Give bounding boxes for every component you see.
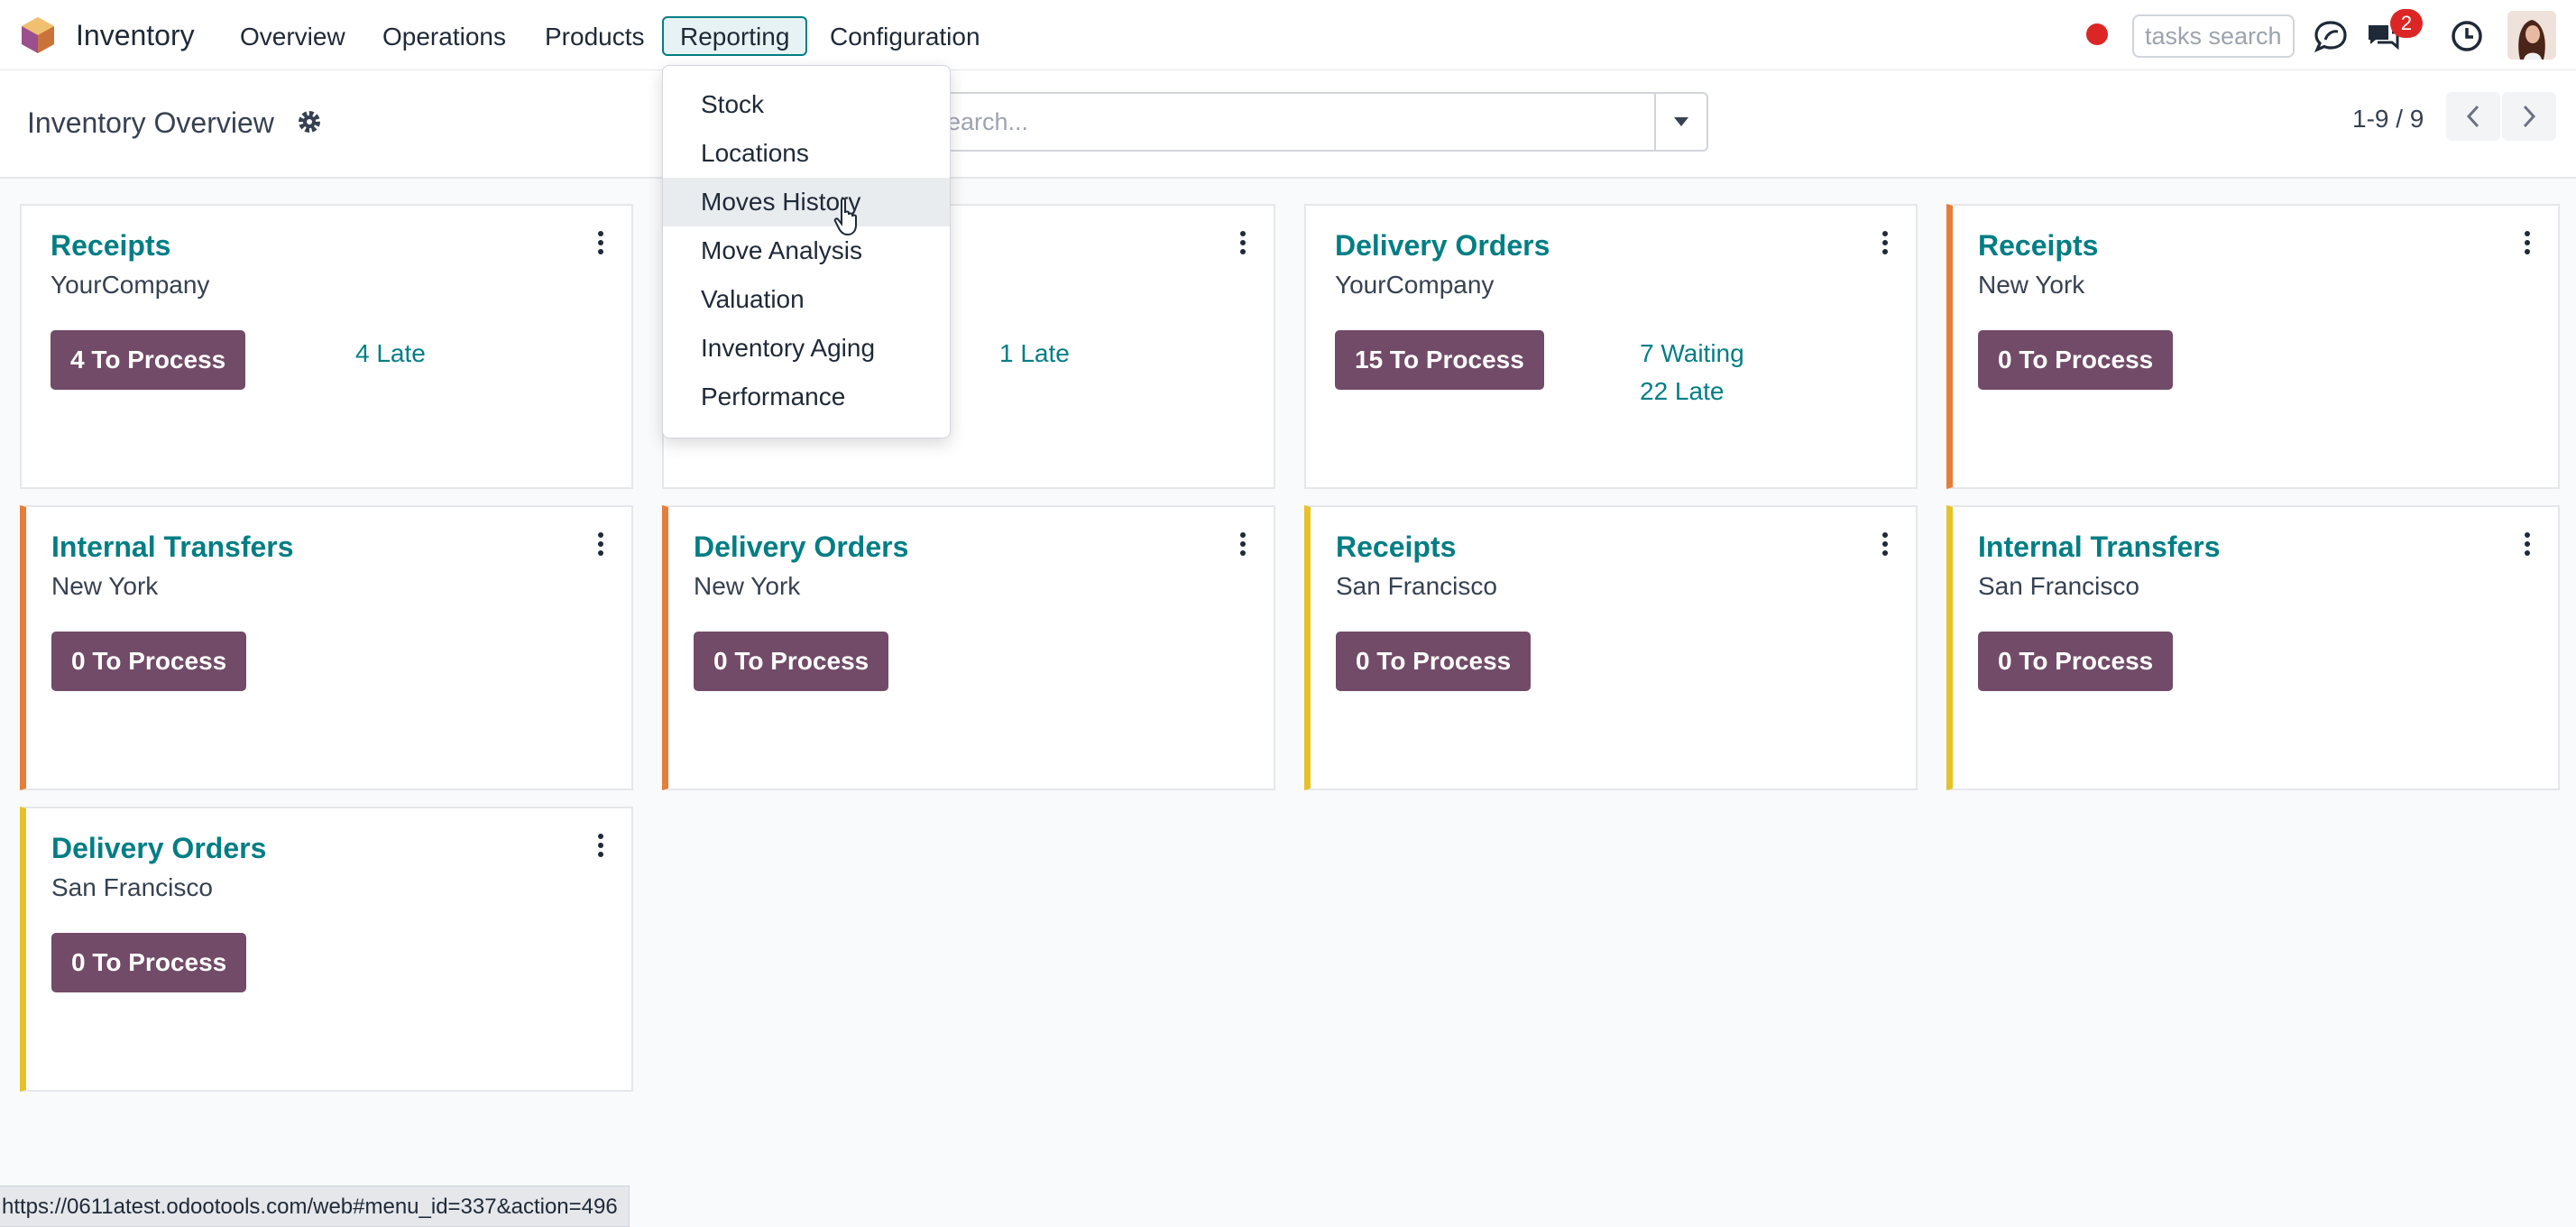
to-process-button[interactable]: 0 To Process <box>1978 632 2174 691</box>
kebab-menu-icon[interactable] <box>593 832 608 859</box>
card-receipts-sanfrancisco: Receipts San Francisco 0 To Process <box>1304 505 1918 790</box>
late-link[interactable]: 1 Late <box>999 336 1070 372</box>
search-options-toggle[interactable] <box>1654 92 1708 152</box>
menu-item-performance[interactable]: Performance <box>663 373 950 421</box>
to-process-button[interactable]: 0 To Process <box>694 632 889 691</box>
late-link[interactable]: 22 Late <box>1640 374 1724 410</box>
nav-products[interactable]: Products <box>527 16 663 56</box>
status-bar-url: https://0611atest.odootools.com/web#menu… <box>0 1185 630 1227</box>
card-title[interactable]: Delivery Orders <box>1335 226 1550 265</box>
card-delivery-yourcompany: Delivery Orders YourCompany 15 To Proces… <box>1304 204 1918 489</box>
hand-cursor-icon <box>833 198 857 236</box>
reporting-dropdown-menu: Stock Locations Moves History Move Analy… <box>662 65 951 438</box>
to-process-button[interactable]: 0 To Process <box>51 632 247 691</box>
card-title[interactable]: Delivery Orders <box>51 828 266 868</box>
user-avatar[interactable] <box>2507 11 2556 60</box>
nav-operations[interactable]: Operations <box>364 16 524 56</box>
card-subtitle: YourCompany <box>51 271 210 299</box>
app-name[interactable]: Inventory <box>76 16 195 54</box>
menu-item-valuation[interactable]: Valuation <box>663 275 950 324</box>
to-process-button[interactable]: 4 To Process <box>51 330 246 390</box>
card-subtitle: New York <box>51 572 159 600</box>
waiting-link[interactable]: 7 Waiting <box>1640 336 1744 372</box>
search-input[interactable] <box>902 92 1656 152</box>
menu-item-stock[interactable]: Stock <box>663 80 950 129</box>
to-process-button[interactable]: 15 To Process <box>1335 330 1544 390</box>
gear-icon[interactable] <box>296 108 323 135</box>
card-subtitle: San Francisco <box>1978 572 2139 600</box>
card-title[interactable]: Receipts <box>1336 527 1456 567</box>
pager-value[interactable]: 1-9 / 9 <box>2352 99 2424 139</box>
card-delivery-sanfrancisco: Delivery Orders San Francisco 0 To Proce… <box>20 807 633 1092</box>
card-title[interactable]: Internal Transfers <box>1978 527 2221 567</box>
kebab-menu-icon[interactable] <box>593 530 608 558</box>
menu-item-move-analysis[interactable]: Move Analysis <box>663 226 950 275</box>
nav-reporting[interactable]: Reporting <box>662 16 808 56</box>
card-subtitle: San Francisco <box>1336 572 1497 600</box>
nav-configuration[interactable]: Configuration <box>812 16 998 56</box>
page-title: Inventory Overview <box>27 106 274 139</box>
tasks-search-input[interactable] <box>2132 14 2295 58</box>
kebab-menu-icon[interactable] <box>2520 229 2535 256</box>
menu-item-locations[interactable]: Locations <box>663 129 950 178</box>
kebab-menu-icon[interactable] <box>1236 229 1250 256</box>
chat-bubble-icon[interactable] <box>2313 18 2349 54</box>
app-logo-icon[interactable] <box>20 16 56 54</box>
kebab-menu-icon[interactable] <box>593 229 608 256</box>
pager-previous-button[interactable] <box>2446 92 2500 141</box>
card-title[interactable]: Receipts <box>1978 226 2098 265</box>
chevron-right-icon <box>2523 105 2536 128</box>
card-receipts-yourcompany: Receipts YourCompany 4 To Process 4 Late <box>20 204 633 489</box>
nav-overview[interactable]: Overview <box>222 16 363 56</box>
chevron-left-icon <box>2466 105 2479 128</box>
to-process-button[interactable]: 0 To Process <box>1336 632 1532 691</box>
kebab-menu-icon[interactable] <box>1236 530 1250 558</box>
kebab-menu-icon[interactable] <box>2520 530 2535 558</box>
card-title[interactable]: Delivery Orders <box>694 527 908 567</box>
top-navbar: Inventory Overview Operations Products R… <box>0 0 2576 70</box>
avatar-image-icon <box>2507 11 2556 60</box>
late-link[interactable]: 4 Late <box>355 336 426 372</box>
kebab-menu-icon[interactable] <box>1878 229 1892 256</box>
card-title[interactable]: Receipts <box>51 226 170 265</box>
to-process-button[interactable]: 0 To Process <box>1978 330 2174 390</box>
control-panel: Inventory Overview 1-9 / 9 <box>0 70 2576 179</box>
clock-icon[interactable] <box>2449 18 2485 54</box>
card-internal-sanfrancisco: Internal Transfers San Francisco 0 To Pr… <box>1946 505 2560 790</box>
card-receipts-newyork: Receipts New York 0 To Process <box>1946 204 2560 489</box>
card-subtitle: New York <box>694 572 801 600</box>
record-dot-icon[interactable] <box>2086 23 2108 45</box>
menu-item-inventory-aging[interactable]: Inventory Aging <box>663 324 950 373</box>
card-internal-newyork: Internal Transfers New York 0 To Process <box>20 505 633 790</box>
caret-down-icon <box>1674 117 1688 126</box>
card-title[interactable]: Internal Transfers <box>51 527 294 567</box>
message-count-badge: 2 <box>2390 9 2423 38</box>
menu-item-moves-history[interactable]: Moves History <box>663 178 950 226</box>
card-subtitle: New York <box>1978 271 2085 299</box>
card-subtitle: YourCompany <box>1335 271 1495 299</box>
card-delivery-newyork: Delivery Orders New York 0 To Process <box>662 505 1275 790</box>
to-process-button[interactable]: 0 To Process <box>51 933 247 992</box>
pager-next-button[interactable] <box>2502 92 2556 141</box>
kebab-menu-icon[interactable] <box>1878 530 1892 558</box>
card-subtitle: San Francisco <box>51 873 213 901</box>
